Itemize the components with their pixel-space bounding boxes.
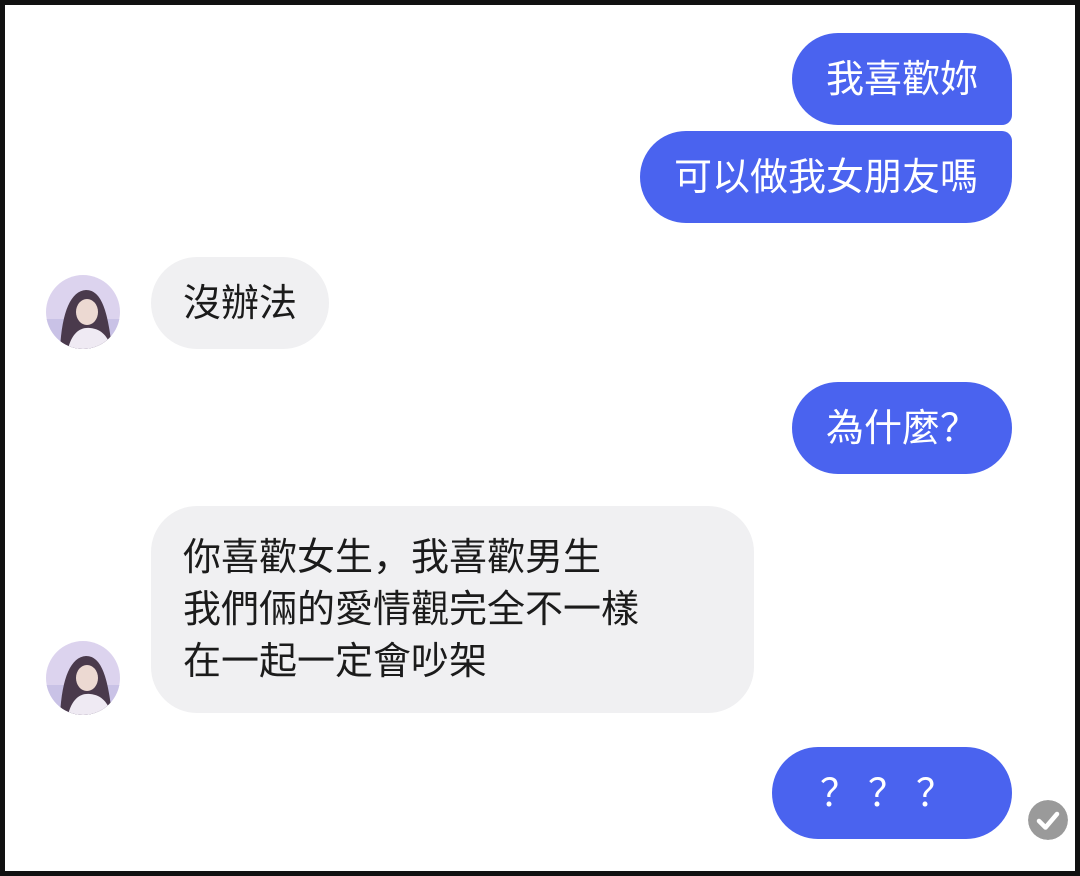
user-avatar-icon <box>46 275 120 349</box>
incoming-message[interactable]: 你喜歡女生，我喜歡男生 我們倆的愛情觀完全不一樣 在一起一定會吵架 <box>151 506 754 713</box>
outgoing-message[interactable]: 為什麼？ <box>791 382 1012 474</box>
message-line: 我們倆的愛情觀完全不一樣 <box>183 587 640 631</box>
message-text: ？？？ <box>819 771 964 815</box>
message-text: 為什麼？ <box>825 406 978 450</box>
seen-indicator <box>1028 800 1068 840</box>
user-avatar-icon <box>46 641 120 715</box>
outgoing-message[interactable]: ？？？ <box>771 747 1012 839</box>
message-text: 沒辦法 <box>183 281 298 325</box>
contact-avatar[interactable] <box>46 275 120 349</box>
contact-avatar[interactable] <box>46 641 120 715</box>
message-text: 我喜歡妳 <box>825 57 978 101</box>
incoming-message[interactable]: 沒辦法 <box>151 257 330 349</box>
outgoing-message[interactable]: 我喜歡妳 <box>791 33 1012 125</box>
message-line: 在一起一定會吵架 <box>183 639 488 683</box>
check-circle-icon <box>1028 800 1068 840</box>
message-text: 可以做我女朋友嗎 <box>673 155 978 199</box>
outgoing-message[interactable]: 可以做我女朋友嗎 <box>639 131 1012 223</box>
message-line: 你喜歡女生，我喜歡男生 <box>183 535 602 579</box>
chat-window: 我喜歡妳 可以做我女朋友嗎 沒辦法 為什麼？ 你喜歡女生，我喜歡男生 我們倆的愛… <box>0 0 1080 876</box>
